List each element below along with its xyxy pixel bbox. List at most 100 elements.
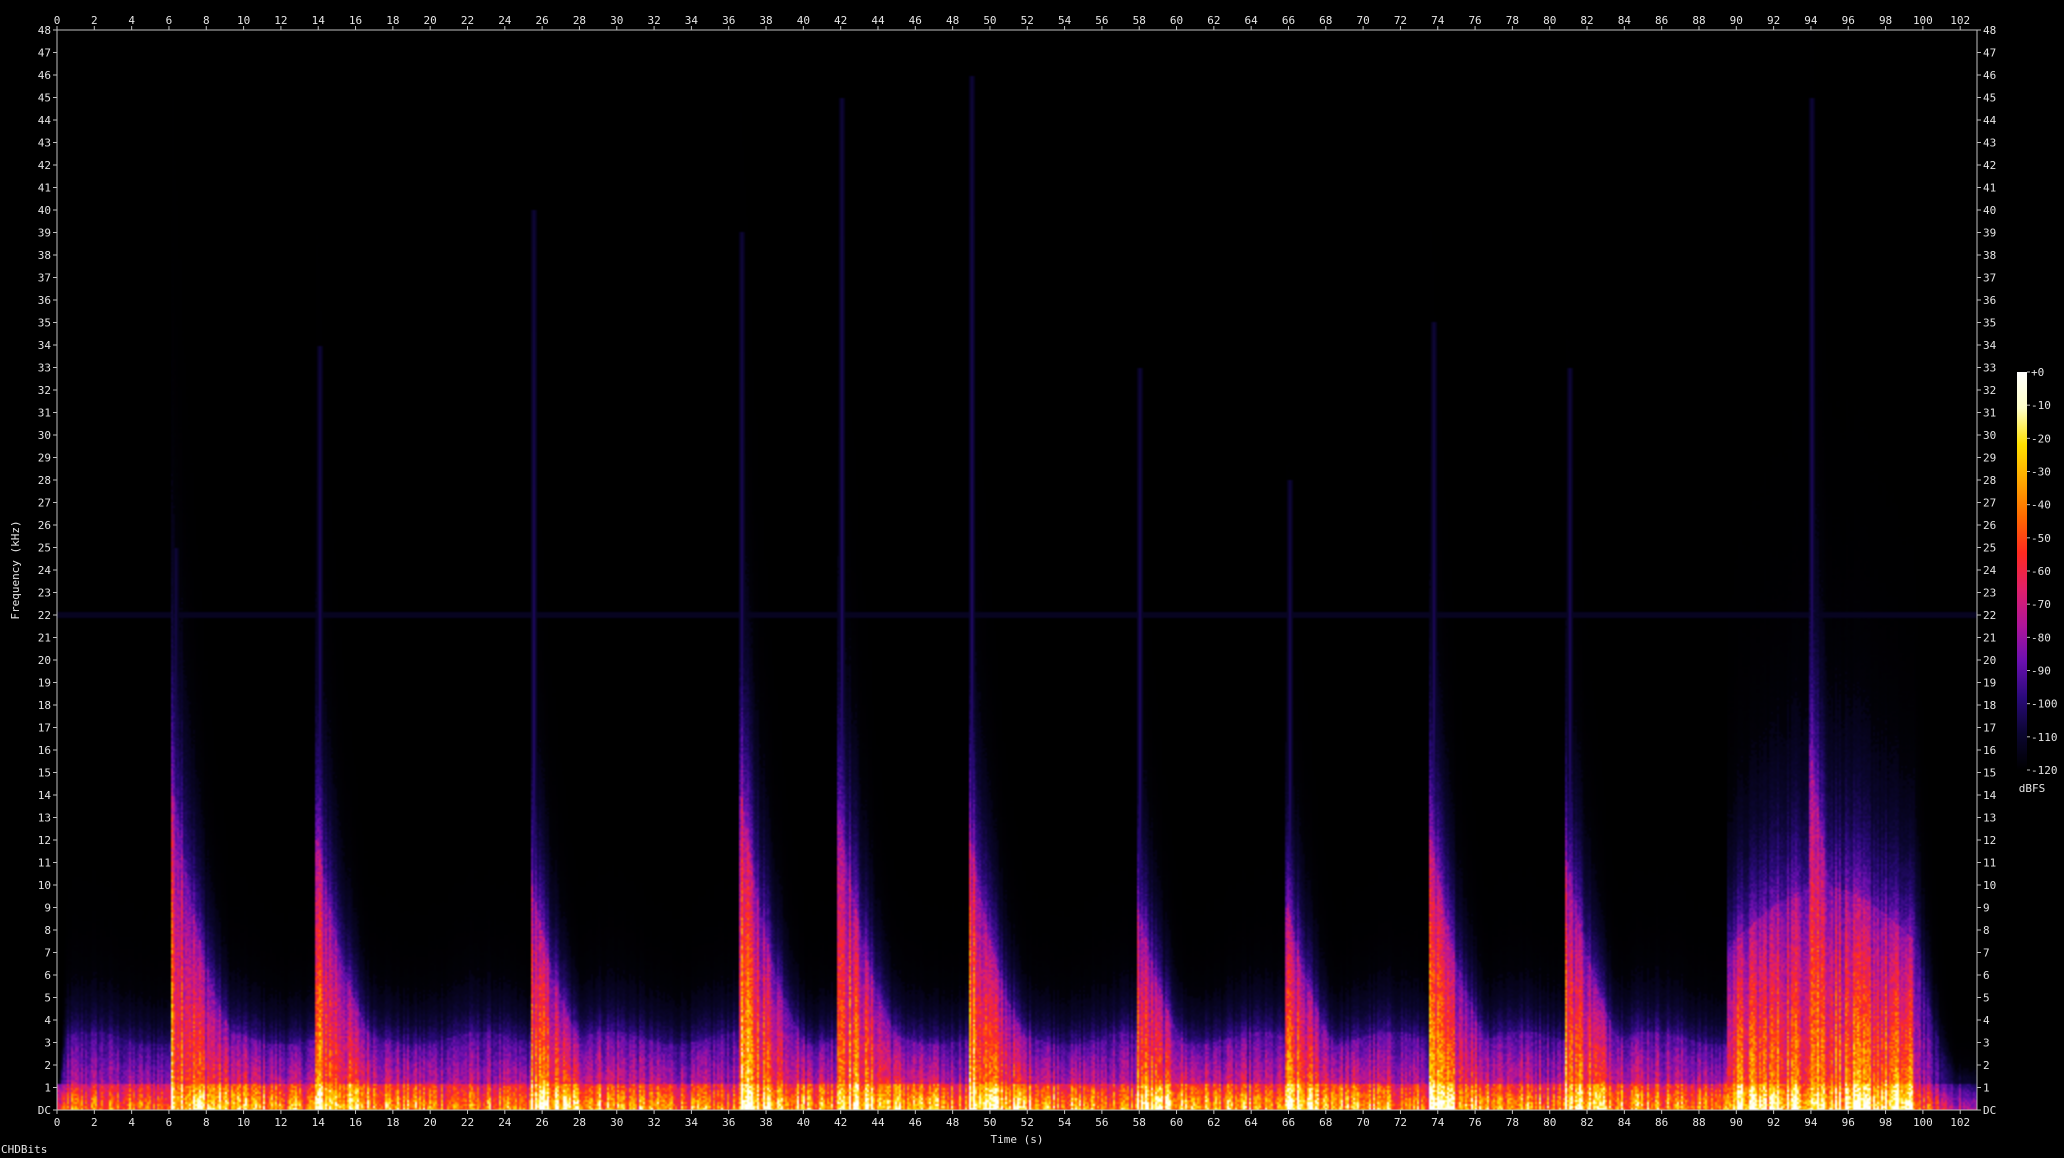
y-tick-label-right: 46 <box>1983 69 1996 82</box>
y-tick-label-left: 13 <box>38 812 51 825</box>
x-tick-label-top: 38 <box>759 14 772 27</box>
y-tick-label-right: 23 <box>1983 587 1996 600</box>
x-tick-label-top: 98 <box>1879 14 1892 27</box>
x-tick-label-bottom: 46 <box>909 1116 922 1129</box>
x-tick-label-bottom: 44 <box>871 1116 885 1129</box>
colorbar-tick-label: -90 <box>2031 665 2051 678</box>
y-tick-label-right: 1 <box>1983 1082 1990 1095</box>
x-tick-label-top: 74 <box>1431 14 1445 27</box>
x-tick-label-top: 52 <box>1021 14 1034 27</box>
y-tick-label-left: 47 <box>38 47 51 60</box>
y-tick-label-right: 42 <box>1983 159 1996 172</box>
x-tick-label-top: 24 <box>498 14 512 27</box>
x-tick-label-bottom: 40 <box>797 1116 810 1129</box>
y-tick-label-left: 35 <box>38 317 51 330</box>
x-tick-label-bottom: 74 <box>1431 1116 1445 1129</box>
x-tick-label-top: 14 <box>312 14 326 27</box>
y-tick-label-right: 35 <box>1983 317 1996 330</box>
x-tick-label-bottom: 50 <box>983 1116 996 1129</box>
x-tick-label-bottom: 100 <box>1913 1116 1933 1129</box>
x-tick-label-bottom: 30 <box>610 1116 623 1129</box>
x-tick-label-top: 72 <box>1394 14 1407 27</box>
x-tick-label-bottom: 22 <box>461 1116 474 1129</box>
x-tick-label-bottom: 56 <box>1095 1116 1108 1129</box>
x-tick-label-bottom: 26 <box>536 1116 549 1129</box>
x-tick-label-bottom: 34 <box>685 1116 699 1129</box>
x-tick-label-bottom: 18 <box>386 1116 399 1129</box>
y-tick-label-right: 9 <box>1983 902 1990 915</box>
x-tick-label-top: 36 <box>722 14 735 27</box>
y-tick-label-right: 19 <box>1983 677 1996 690</box>
y-tick-label-right: 16 <box>1983 744 1996 757</box>
y-tick-label-left: 8 <box>44 924 51 937</box>
colorbar-tick-label: -110 <box>2031 731 2058 744</box>
x-tick-label-bottom: 52 <box>1021 1116 1034 1129</box>
x-tick-label-bottom: 58 <box>1133 1116 1146 1129</box>
x-tick-label-bottom: 8 <box>203 1116 210 1129</box>
x-tick-label-top: 88 <box>1692 14 1705 27</box>
x-tick-label-top: 2 <box>91 14 98 27</box>
x-tick-label-top: 6 <box>166 14 173 27</box>
x-tick-label-top: 0 <box>54 14 61 27</box>
x-tick-label-bottom: 6 <box>166 1116 173 1129</box>
y-tick-label-right: 14 <box>1983 789 1997 802</box>
y-tick-label-right: 43 <box>1983 137 1996 150</box>
x-tick-label-bottom: 82 <box>1580 1116 1593 1129</box>
y-tick-label-right: 2 <box>1983 1059 1990 1072</box>
y-tick-label-left: 9 <box>44 902 51 915</box>
y-tick-label-right: 30 <box>1983 429 1996 442</box>
x-tick-label-top: 54 <box>1058 14 1072 27</box>
x-tick-label-bottom: 78 <box>1506 1116 1519 1129</box>
y-tick-label-left: 16 <box>38 744 51 757</box>
y-tick-label-right: 4 <box>1983 1014 1990 1027</box>
y-tick-label-left: 7 <box>44 947 51 960</box>
x-tick-label-bottom: 36 <box>722 1116 735 1129</box>
x-tick-label-bottom: 24 <box>498 1116 512 1129</box>
y-tick-label-right: 13 <box>1983 812 1996 825</box>
y-tick-label-left: 37 <box>38 272 51 285</box>
x-tick-label-bottom: 68 <box>1319 1116 1332 1129</box>
colorbar-tick-label: +0 <box>2031 366 2044 379</box>
x-tick-label-top: 12 <box>274 14 287 27</box>
y-tick-label-left: 17 <box>38 722 51 735</box>
x-tick-label-bottom: 2 <box>91 1116 98 1129</box>
x-tick-label-top: 40 <box>797 14 810 27</box>
y-tick-label-left: 28 <box>38 474 51 487</box>
x-tick-label-top: 66 <box>1282 14 1295 27</box>
y-tick-label-right: 26 <box>1983 519 1996 532</box>
x-tick-label-top: 58 <box>1133 14 1146 27</box>
y-tick-label-right: 44 <box>1983 114 1997 127</box>
x-tick-label-top: 28 <box>573 14 586 27</box>
x-tick-label-bottom: 0 <box>54 1116 61 1129</box>
x-tick-label-top: 48 <box>946 14 959 27</box>
y-tick-label-right: 18 <box>1983 699 1996 712</box>
y-tick-label-left: 10 <box>38 879 51 892</box>
x-tick-label-bottom: 76 <box>1468 1116 1481 1129</box>
x-tick-label-bottom: 28 <box>573 1116 586 1129</box>
x-tick-label-bottom: 12 <box>274 1116 287 1129</box>
y-tick-label-left: 38 <box>38 249 51 262</box>
y-tick-label-right: 8 <box>1983 924 1990 937</box>
y-tick-label-right: 33 <box>1983 362 1996 375</box>
x-tick-label-top: 4 <box>128 14 135 27</box>
y-tick-label-right: 28 <box>1983 474 1996 487</box>
colorbar-tick-label: -40 <box>2031 499 2051 512</box>
y-tick-label-right: 29 <box>1983 452 1996 465</box>
y-tick-label-left: 15 <box>38 767 51 780</box>
y-tick-label-left: 19 <box>38 677 51 690</box>
x-tick-label-bottom: 62 <box>1207 1116 1220 1129</box>
colorbar-tick-label: -30 <box>2031 466 2051 479</box>
x-tick-label-top: 44 <box>871 14 885 27</box>
y-axis-label: Frequency (kHz) <box>9 520 22 619</box>
colorbar-unit-label: dBFS <box>2019 782 2046 795</box>
colorbar-tick-label: -20 <box>2031 432 2051 445</box>
x-tick-label-top: 56 <box>1095 14 1108 27</box>
x-tick-label-bottom: 48 <box>946 1116 959 1129</box>
y-tick-label-left: 22 <box>38 609 51 622</box>
y-tick-label-left: DC <box>38 1104 51 1117</box>
x-tick-label-bottom: 32 <box>647 1116 660 1129</box>
y-tick-label-left: 34 <box>38 339 52 352</box>
x-tick-label-top: 62 <box>1207 14 1220 27</box>
colorbar-tick-label: -120 <box>2031 764 2058 777</box>
x-tick-label-bottom: 92 <box>1767 1116 1780 1129</box>
